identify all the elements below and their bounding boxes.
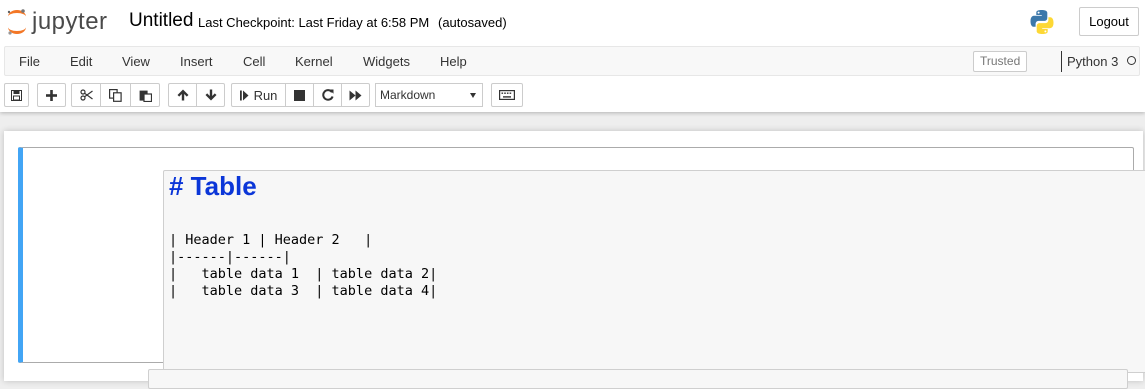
cell-type-select[interactable]: Markdown (375, 83, 483, 107)
cut-button[interactable] (71, 83, 101, 107)
menubar: File Edit View Insert Cell Kernel Widget… (4, 46, 1140, 76)
step-forward-icon (239, 90, 249, 100)
menu-kernel[interactable]: Kernel (295, 54, 333, 69)
menu-widgets[interactable]: Widgets (363, 54, 410, 69)
run-all-button[interactable] (341, 83, 370, 107)
run-label: Run (253, 87, 278, 103)
editor-line: | Header 1 | Header 2 | (169, 232, 373, 248)
restart-button[interactable] (313, 83, 342, 107)
jupyter-logo[interactable]: jupyter (6, 6, 108, 38)
kernel-idle-icon (1127, 56, 1136, 65)
markdown-heading-line: # Table (169, 171, 257, 201)
next-cell-editor[interactable] (148, 369, 1128, 389)
paste-icon (139, 90, 152, 102)
paste-button[interactable] (130, 83, 160, 107)
cell-type-value: Markdown (380, 88, 436, 102)
editor-line: |------|------| (169, 249, 291, 265)
jupyter-logo-icon (7, 9, 26, 35)
chevron-down-icon (470, 93, 476, 98)
menu-cell[interactable]: Cell (243, 54, 265, 69)
python-logo-icon (1030, 10, 1054, 34)
keyboard-icon (499, 90, 515, 100)
move-down-button[interactable] (196, 83, 225, 107)
editor-line: | table data 1 | table data 2| (169, 266, 438, 282)
arrow-down-icon (205, 89, 216, 101)
copy-icon (109, 88, 122, 102)
kernel-name: Python 3 (1061, 51, 1118, 72)
autosave-status: (autosaved) (438, 15, 507, 30)
markdown-cell[interactable]: # Table | Header 1 | Header 2 | |------|… (18, 147, 1145, 373)
run-button[interactable]: Run (231, 83, 286, 107)
interrupt-button[interactable] (285, 83, 314, 107)
plus-icon (46, 89, 57, 101)
save-button[interactable] (4, 83, 29, 107)
save-icon (11, 89, 22, 101)
last-checkpoint: Last Checkpoint: Last Friday at 6:58 PM (198, 15, 430, 30)
insert-cell-button[interactable] (37, 83, 66, 107)
editor-line: | table data 3 | table data 4| (169, 283, 438, 299)
cut-icon (79, 89, 93, 101)
fast-forward-icon (349, 90, 361, 100)
notebook-header: jupyter Untitled Last Checkpoint: Last F… (0, 0, 1145, 112)
menu-help[interactable]: Help (440, 54, 467, 69)
menu-view[interactable]: View (122, 54, 150, 69)
toolbar: Run Markdown (0, 82, 1145, 108)
notebook-container: # Table | Header 1 | Header 2 | |------|… (4, 131, 1145, 389)
stop-icon (294, 89, 305, 101)
move-up-button[interactable] (168, 83, 197, 107)
header-top-bar: jupyter Untitled Last Checkpoint: Last F… (0, 0, 1145, 44)
notebook-title[interactable]: Untitled (129, 10, 193, 32)
jupyter-wordmark: jupyter (32, 8, 108, 35)
menu-edit[interactable]: Edit (70, 54, 92, 69)
command-palette-button[interactable] (491, 83, 523, 107)
logout-button[interactable]: Logout (1079, 7, 1139, 36)
copy-button[interactable] (100, 83, 131, 107)
cell-editor[interactable]: # Table | Header 1 | Header 2 | |------|… (163, 170, 1145, 373)
menu-insert[interactable]: Insert (180, 54, 213, 69)
arrow-up-icon (177, 89, 188, 101)
menu-file[interactable]: File (19, 54, 40, 69)
trusted-indicator[interactable]: Trusted (973, 51, 1028, 72)
restart-icon (321, 89, 334, 101)
